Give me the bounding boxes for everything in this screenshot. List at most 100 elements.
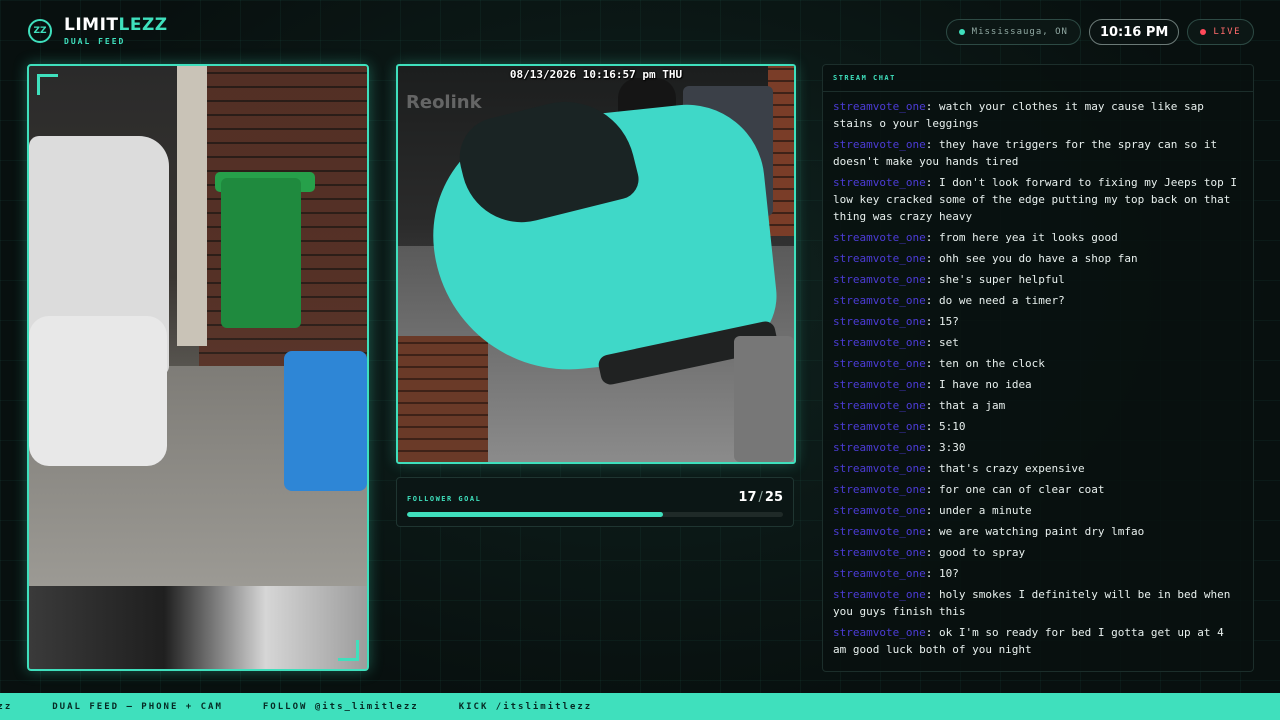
chat-text: 15? (938, 315, 959, 328)
chat-username[interactable]: streamvote_one (833, 441, 926, 454)
chat-text: ten on the clock (938, 357, 1045, 370)
chat-colon: : (925, 462, 939, 475)
chat-text: she's super helpful (938, 273, 1065, 286)
live-pill: LIVE (1187, 19, 1254, 45)
brand-logo-icon: ZZ (28, 19, 52, 43)
goal-label: FOLLOWER GOAL (407, 495, 482, 503)
time-pill: 10:16 PM (1088, 19, 1180, 45)
chat-message: streamvote_one: from here yea it looks g… (833, 229, 1243, 246)
phone-feed-sheet (29, 316, 167, 466)
chat-message: streamvote_one: holy smokes I definitely… (833, 586, 1243, 620)
phone-feed-spray-cans (29, 586, 367, 669)
location-pill: Mississauga, ON (945, 19, 1081, 45)
chat-message: streamvote_one: for one can of clear coa… (833, 481, 1243, 498)
chat-username[interactable]: streamvote_one (833, 420, 926, 433)
chat-message: streamvote_one: I don't look forward to … (833, 174, 1243, 225)
chat-colon: : (925, 588, 939, 601)
chat-username[interactable]: streamvote_one (833, 357, 926, 370)
ticker-item: DUAL FEED — PHONE + CAM (52, 701, 223, 712)
chat-username[interactable]: streamvote_one (833, 294, 926, 307)
chat-username[interactable]: streamvote_one (833, 252, 926, 265)
chat-text: 5:10 (938, 420, 966, 433)
chat-colon: : (925, 441, 939, 454)
chat-message: streamvote_one: 3:30 (833, 439, 1243, 456)
chat-message: streamvote_one: that a jam (833, 397, 1243, 414)
goal-progress-fill (407, 512, 663, 517)
chat-username[interactable]: streamvote_one (833, 176, 926, 189)
chat-username[interactable]: streamvote_one (833, 567, 926, 580)
ticker-item: FOLLOW @its_limitlezz (262, 701, 419, 712)
chat-colon: : (925, 176, 939, 189)
chat-colon: : (925, 138, 939, 151)
chat-username[interactable]: streamvote_one (833, 231, 926, 244)
chat-message: streamvote_one: do we need a timer? (833, 292, 1243, 309)
chat-text: we are watching paint dry lmfao (938, 525, 1145, 538)
chat-text: that a jam (938, 399, 1006, 412)
corner-bracket-bottom-right (338, 640, 359, 661)
phone-feed-green-bin (221, 178, 301, 328)
chat-username[interactable]: streamvote_one (833, 378, 926, 391)
chat-message: streamvote_one: 15? (833, 313, 1243, 330)
chat-text: 3:30 (938, 441, 966, 454)
ticker-item: KICK /itslimitlezz (458, 701, 593, 712)
chat-colon: : (925, 483, 939, 496)
chat-title: STREAM CHAT (823, 65, 1253, 92)
brand: ZZ LIMITLEZZ DUAL FEED (28, 16, 168, 46)
chat-colon: : (925, 315, 939, 328)
chat-username[interactable]: streamvote_one (833, 483, 926, 496)
chat-text: for one can of clear coat (938, 483, 1105, 496)
brand-title-part1: LIMIT (64, 15, 119, 35)
chat-username[interactable]: streamvote_one (833, 100, 926, 113)
ticker-bar: ezz DUAL FEED — PHONE + CAM FOLLOW @its_li… (0, 693, 1280, 720)
chat-username[interactable]: streamvote_one (833, 626, 926, 639)
chat-username[interactable]: streamvote_one (833, 588, 926, 601)
chat-colon: : (925, 336, 939, 349)
phone-feed-blue-chair (284, 351, 367, 491)
chat-message: streamvote_one: we are watching paint dr… (833, 523, 1243, 540)
chat-list[interactable]: streamvote_one: watch your clothes it ma… (823, 92, 1253, 658)
chat-colon: : (925, 504, 939, 517)
goal-current: 17 (738, 490, 757, 505)
chat-username[interactable]: streamvote_one (833, 273, 926, 286)
cam-feed-brick-wall (398, 336, 488, 462)
chat-username[interactable]: streamvote_one (833, 336, 926, 349)
chat-message: streamvote_one: they have triggers for t… (833, 136, 1243, 170)
chat-message: streamvote_one: ten on the clock (833, 355, 1243, 372)
chat-colon: : (925, 231, 939, 244)
chat-message: streamvote_one: she's super helpful (833, 271, 1243, 288)
chat-colon: : (925, 546, 939, 559)
chat-panel: STREAM CHAT streamvote_one: watch your c… (822, 64, 1254, 672)
chat-username[interactable]: streamvote_one (833, 525, 926, 538)
chat-text: from here yea it looks good (938, 231, 1118, 244)
chat-message: streamvote_one: I have no idea (833, 376, 1243, 393)
chat-message: streamvote_one: good to spray (833, 544, 1243, 561)
ticker-item: ezz (0, 701, 13, 712)
chat-colon: : (925, 399, 939, 412)
chat-message: streamvote_one: 5:10 (833, 418, 1243, 435)
chat-text: ohh see you do have a shop fan (938, 252, 1138, 265)
chat-username[interactable]: streamvote_one (833, 315, 926, 328)
chat-colon: : (925, 357, 939, 370)
live-label: LIVE (1213, 27, 1241, 37)
chat-colon: : (925, 626, 939, 639)
chat-text: set (938, 336, 959, 349)
chat-username[interactable]: streamvote_one (833, 504, 926, 517)
phone-feed-post (177, 66, 207, 346)
chat-message: streamvote_one: ok I'm so ready for bed … (833, 624, 1243, 658)
cam-feed-chair (734, 336, 794, 462)
chat-colon: : (925, 100, 939, 113)
chat-colon: : (925, 420, 939, 433)
chat-username[interactable]: streamvote_one (833, 546, 926, 559)
chat-message: streamvote_one: set (833, 334, 1243, 351)
chat-username[interactable]: streamvote_one (833, 399, 926, 412)
brand-subtitle: DUAL FEED (64, 37, 126, 46)
chat-message: streamvote_one: 10? (833, 565, 1243, 582)
chat-message: streamvote_one: ohh see you do have a sh… (833, 250, 1243, 267)
chat-text: 10? (938, 567, 959, 580)
phone-feed (27, 64, 369, 671)
location-dot-icon (958, 29, 965, 35)
chat-username[interactable]: streamvote_one (833, 462, 926, 475)
chat-colon: : (925, 567, 939, 580)
chat-username[interactable]: streamvote_one (833, 138, 926, 151)
cam-watermark: Reolink (406, 92, 482, 113)
